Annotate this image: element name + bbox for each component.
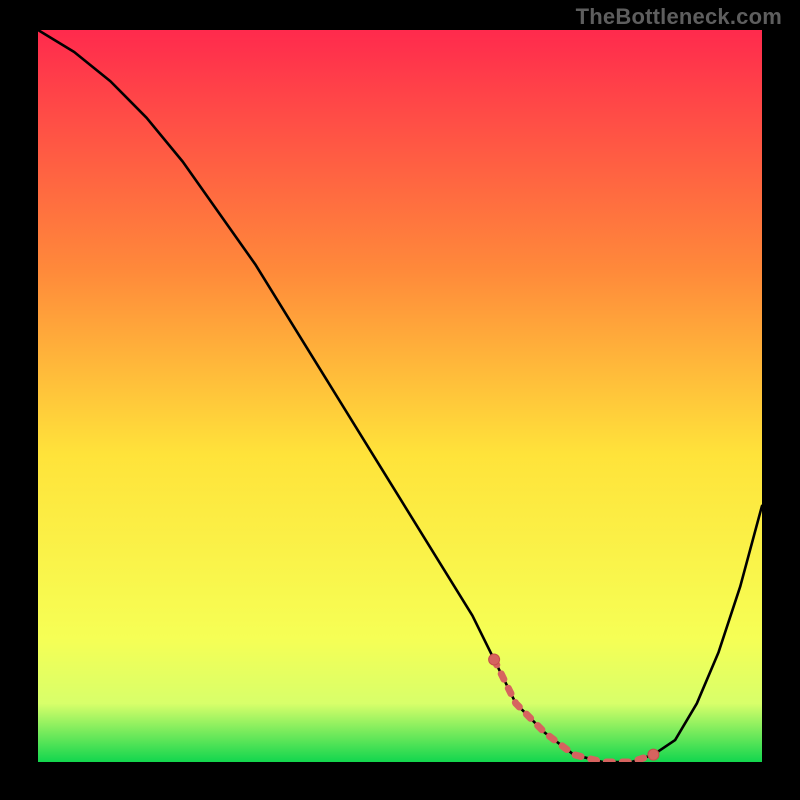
highlight-endpoint (489, 654, 500, 665)
chart-frame: TheBottleneck.com (0, 0, 800, 800)
gradient-background (38, 30, 762, 762)
highlight-endpoint (648, 749, 659, 760)
plot-area (38, 30, 762, 762)
watermark-text: TheBottleneck.com (576, 4, 782, 30)
chart-svg (38, 30, 762, 762)
